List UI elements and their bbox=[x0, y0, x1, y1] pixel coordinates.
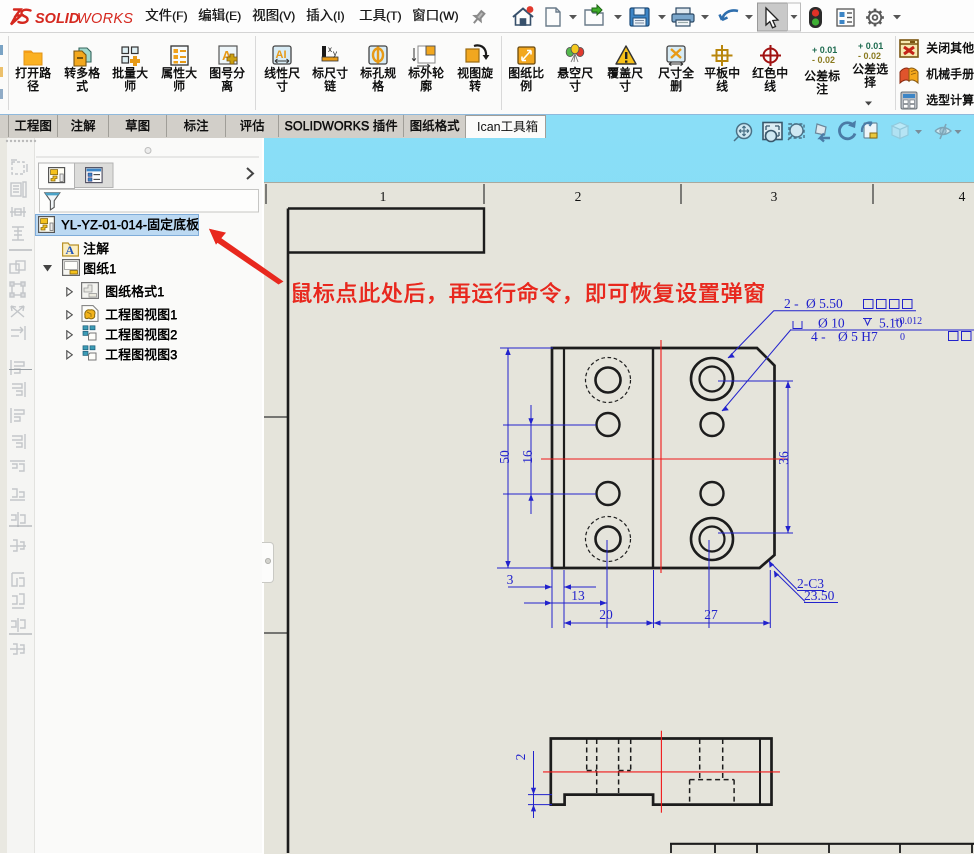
svg-text:4 -: 4 - bbox=[811, 329, 826, 344]
svg-text:2: 2 bbox=[513, 754, 528, 761]
svg-text:- 0.02: - 0.02 bbox=[858, 51, 881, 61]
svg-text:2 -: 2 - bbox=[784, 296, 799, 311]
svg-text:4: 4 bbox=[959, 189, 966, 204]
svg-text:y: y bbox=[333, 49, 337, 58]
svg-text:0: 0 bbox=[900, 332, 905, 343]
svg-text:36: 36 bbox=[776, 451, 791, 465]
svg-text:A: A bbox=[66, 243, 75, 257]
svg-text:27: 27 bbox=[704, 607, 718, 622]
svg-text:+ 0.01: + 0.01 bbox=[812, 45, 837, 55]
svg-text:2: 2 bbox=[575, 189, 582, 204]
svg-text:3: 3 bbox=[507, 572, 514, 587]
svg-text:Ø 5.50: Ø 5.50 bbox=[806, 296, 843, 311]
svg-text:+ 0.01: + 0.01 bbox=[858, 41, 883, 51]
svg-text:WORKS: WORKS bbox=[77, 11, 133, 27]
svg-text:16: 16 bbox=[520, 450, 535, 464]
svg-text:Ø 5 H7: Ø 5 H7 bbox=[838, 329, 878, 344]
svg-text:1: 1 bbox=[380, 189, 387, 204]
svg-text:3: 3 bbox=[771, 189, 778, 204]
svg-text:x: x bbox=[328, 45, 332, 54]
svg-text:13: 13 bbox=[571, 588, 585, 603]
svg-text:20: 20 bbox=[599, 607, 613, 622]
svg-text:SOLID: SOLID bbox=[35, 11, 80, 27]
svg-text:50: 50 bbox=[497, 450, 512, 464]
svg-text:+0.012: +0.012 bbox=[894, 316, 922, 327]
svg-text:- 0.02: - 0.02 bbox=[812, 55, 835, 65]
svg-text:23.50: 23.50 bbox=[804, 588, 835, 603]
